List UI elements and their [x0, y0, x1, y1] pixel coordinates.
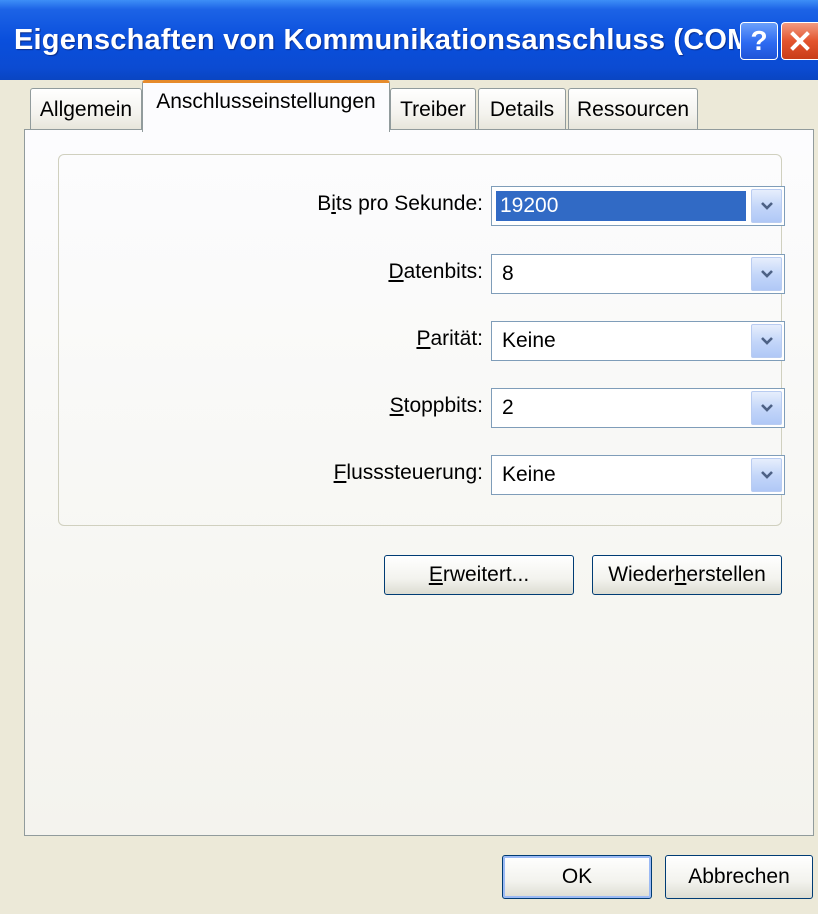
dropdown-button[interactable] [751, 257, 782, 291]
chevron-down-icon [760, 270, 773, 278]
port-settings-group: Bits pro Sekunde: 19200 Datenbits: 8 Par… [58, 154, 785, 526]
close-icon [790, 31, 810, 51]
restore-defaults-button[interactable]: Wiederherstellen [592, 555, 782, 595]
bits-per-second-label: Bits pro Sekunde: [317, 192, 483, 215]
advanced-button-label: Erweitert... [428, 563, 530, 586]
tab-strip: Allgemein Anschlusseinstellungen Treiber… [0, 80, 818, 132]
cancel-button-label: Abbrechen [688, 865, 790, 888]
tab-anschlusseinstellungen[interactable]: Anschlusseinstellungen [142, 80, 390, 132]
tab-details[interactable]: Details [478, 88, 566, 130]
tab-label: Anschlusseinstellungen [156, 90, 376, 113]
flow-control-label: Flusssteuerung: [333, 461, 483, 484]
tab-label: Details [489, 97, 555, 121]
flow-control-value: Keine [502, 463, 556, 486]
ok-button[interactable]: OK [502, 855, 652, 899]
data-bits-row: Datenbits: 8 [59, 254, 785, 294]
dropdown-button[interactable] [751, 189, 782, 223]
tab-ressourcen[interactable]: Ressourcen [568, 88, 698, 130]
chevron-down-icon [760, 337, 773, 345]
parity-value: Keine [502, 329, 556, 352]
stop-bits-row: Stoppbits: 2 [59, 388, 785, 428]
window-title: Eigenschaften von Kommunikationsanschlus… [14, 24, 778, 56]
ok-button-label: OK [561, 865, 593, 888]
parity-row: Parität: Keine [59, 321, 785, 361]
data-bits-label: Datenbits: [388, 260, 483, 283]
parity-select[interactable]: Keine [491, 321, 785, 361]
chevron-down-icon [760, 202, 773, 210]
tab-allgemein[interactable]: Allgemein [30, 88, 142, 130]
help-button[interactable]: ? [740, 22, 778, 60]
chevron-down-icon [760, 471, 773, 479]
tab-label: Treiber [400, 97, 466, 121]
tab-label: Allgemein [39, 97, 133, 121]
flow-control-row: Flusssteuerung: Keine [59, 455, 785, 495]
advanced-button[interactable]: Erweitert... [384, 555, 574, 595]
close-button[interactable] [781, 22, 818, 60]
tab-page-anschlusseinstellungen: Bits pro Sekunde: 19200 Datenbits: 8 Par… [24, 129, 814, 836]
chevron-down-icon [760, 404, 773, 412]
bits-per-second-row: Bits pro Sekunde: 19200 [59, 186, 785, 226]
dropdown-button[interactable] [751, 324, 782, 358]
dropdown-button[interactable] [751, 391, 782, 425]
stop-bits-label: Stoppbits: [389, 394, 483, 417]
title-bar[interactable]: Eigenschaften von Kommunikationsanschlus… [0, 0, 818, 80]
cancel-button[interactable]: Abbrechen [665, 855, 813, 899]
bits-per-second-select[interactable]: 19200 [491, 186, 785, 226]
stop-bits-value: 2 [502, 396, 514, 419]
tab-label: Ressourcen [576, 97, 690, 121]
stop-bits-select[interactable]: 2 [491, 388, 785, 428]
dropdown-button[interactable] [751, 458, 782, 492]
restore-defaults-button-label: Wiederherstellen [608, 563, 766, 586]
help-icon: ? [750, 25, 768, 56]
bits-per-second-value: 19200 [496, 191, 746, 221]
parity-label: Parität: [416, 327, 483, 350]
data-bits-select[interactable]: 8 [491, 254, 785, 294]
tab-treiber[interactable]: Treiber [390, 88, 476, 130]
flow-control-select[interactable]: Keine [491, 455, 785, 495]
data-bits-value: 8 [502, 262, 514, 285]
